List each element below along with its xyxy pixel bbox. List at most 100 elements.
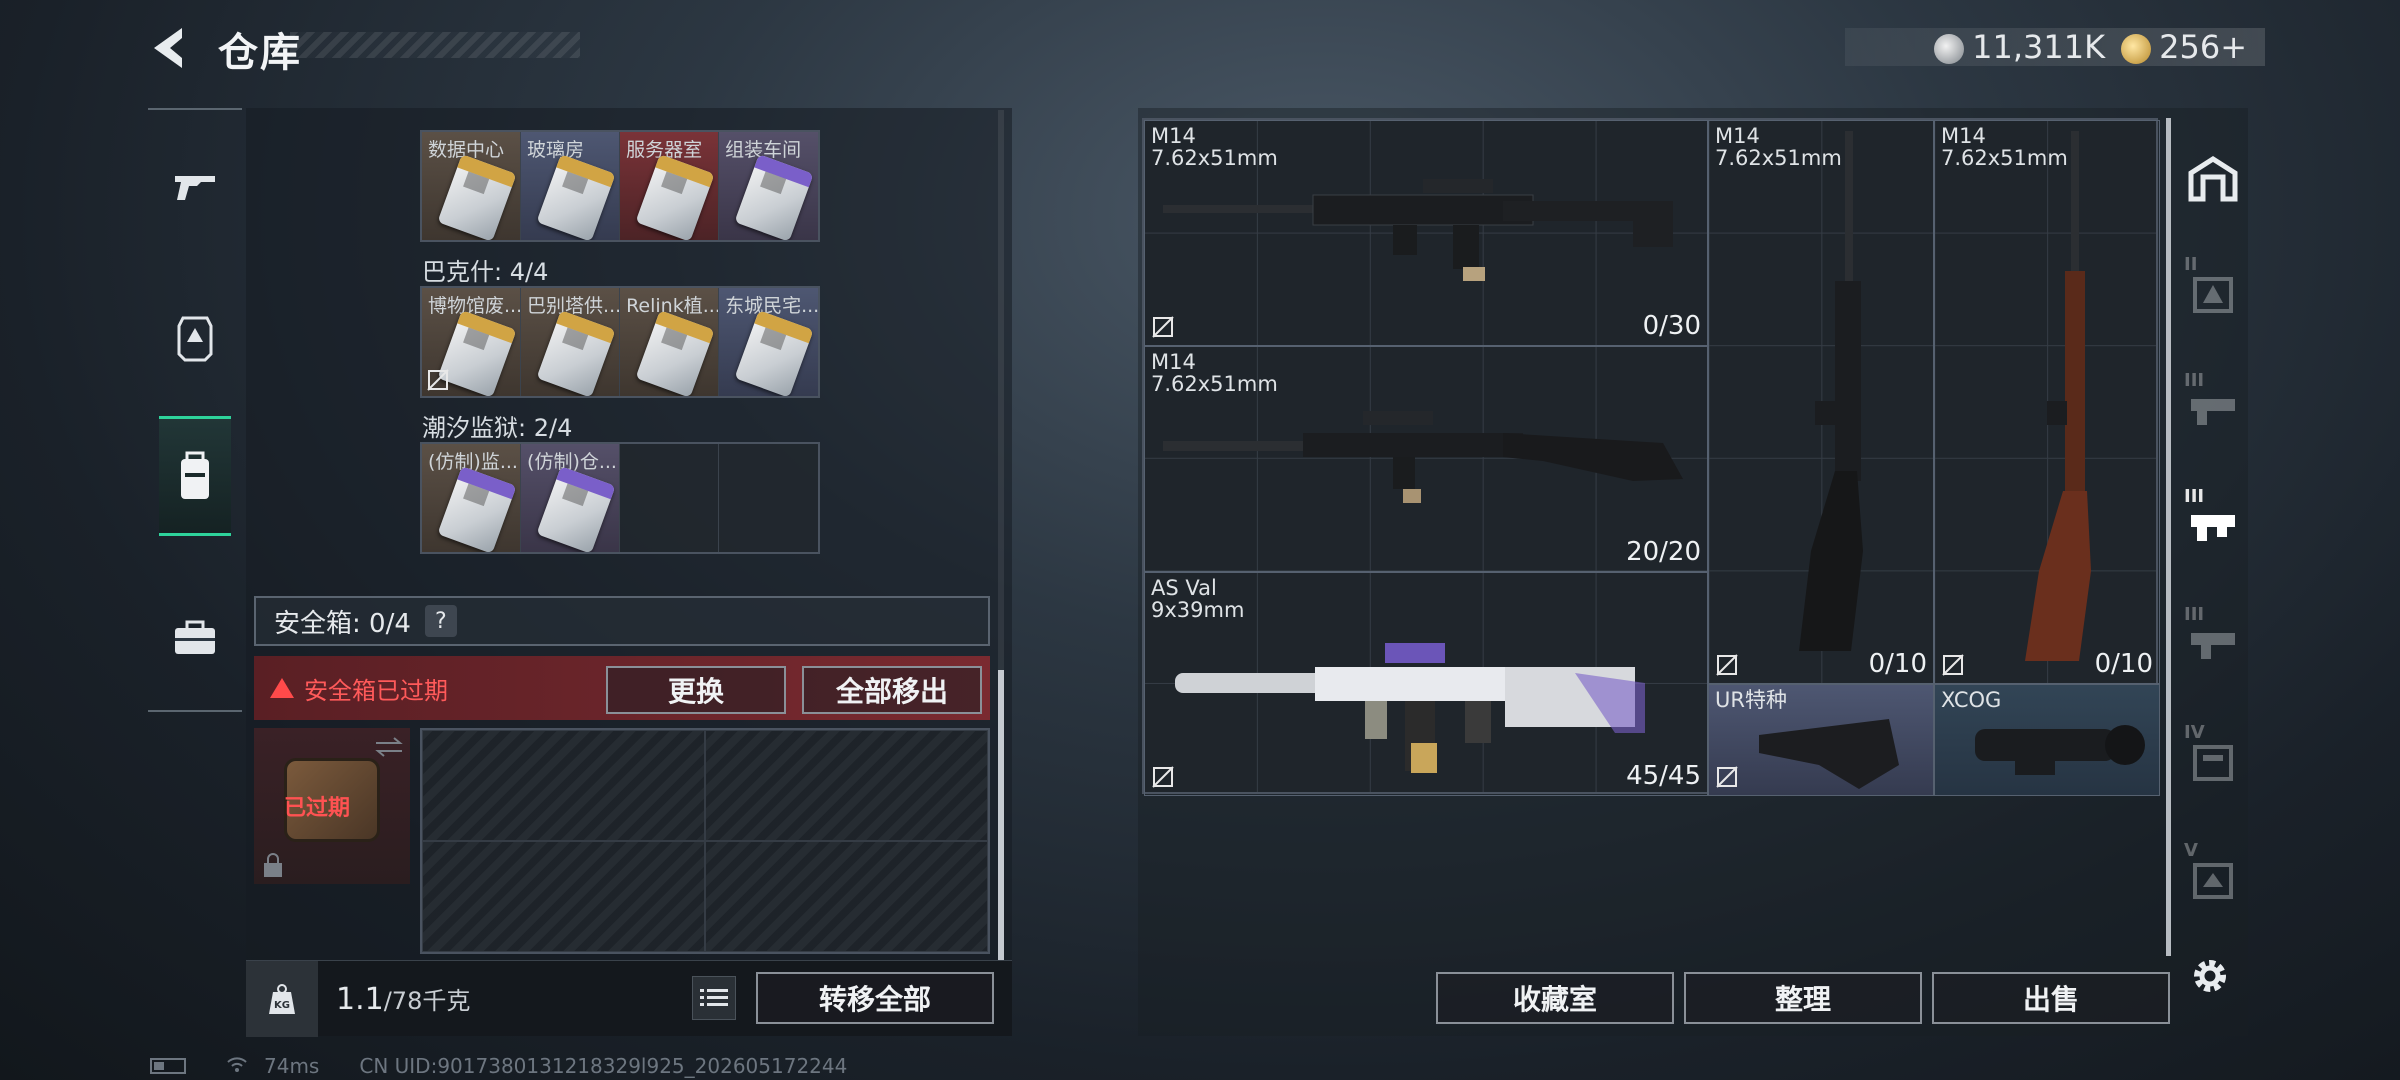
keycard-item[interactable]: 数据中心 <box>422 132 522 240</box>
stash-item-xcog[interactable]: XCOG <box>1934 684 2160 796</box>
stock-image <box>1759 719 1899 789</box>
home-storage-icon <box>2188 156 2238 202</box>
stash-item-m14[interactable]: M14 7.62x51mm 20/20 <box>1144 346 1708 572</box>
tier-3-storage-active-icon <box>2191 515 2235 541</box>
back-button[interactable] <box>148 24 192 72</box>
stash-grid: M14 7.62x51mm 0/30 M14 7.62x51mm 20/20 A… <box>1142 118 2160 796</box>
nav-item-armor[interactable] <box>148 278 242 398</box>
sell-button[interactable]: 出售 <box>1932 972 2170 1024</box>
keycard-icon <box>536 310 616 396</box>
keycard-item[interactable]: 组装车间 <box>719 132 818 240</box>
wifi-icon <box>226 1054 248 1078</box>
keycard-item[interactable]: (仿制)监... <box>422 444 522 552</box>
rifle-image <box>1175 643 1645 773</box>
keycard-item[interactable]: 巴别塔供... <box>521 288 621 396</box>
safe-slot[interactable] <box>422 730 705 841</box>
stash-item-ur-stock[interactable]: UR特种 <box>1708 684 1934 796</box>
briefcase-icon <box>175 620 215 654</box>
nav-item-backpack[interactable] <box>159 416 231 536</box>
stash-tab-tier-3-alt[interactable]: III <box>2178 588 2248 698</box>
ammo-count: 0/10 <box>2094 649 2153 679</box>
help-icon[interactable]: ? <box>424 605 457 637</box>
organize-button[interactable]: 整理 <box>1684 972 1922 1024</box>
list-icon <box>700 989 728 1006</box>
collection-room-button[interactable]: 收藏室 <box>1436 972 1674 1024</box>
title-decoration <box>290 32 580 58</box>
keycard-item[interactable]: 服务器室 <box>620 132 720 240</box>
gear-icon <box>2194 960 2226 992</box>
ammo-count: 0/30 <box>1642 311 1701 341</box>
no-trade-icon <box>1942 654 1964 676</box>
keycard-item[interactable]: 东城民宅... <box>719 288 818 396</box>
tier-5-storage-icon <box>2193 863 2233 899</box>
armor-icon <box>177 316 213 362</box>
item-label: AS Val 9x39mm <box>1151 576 1245 622</box>
replace-safe-button[interactable]: 更换 <box>606 666 786 714</box>
rifle-image <box>2025 131 2091 661</box>
stash-tab-main[interactable] <box>2178 124 2248 234</box>
silver-currency[interactable]: 11,311K <box>1934 28 2105 66</box>
currency-bar: 11,311K 256+ <box>1845 28 2265 66</box>
battery-icon <box>150 1058 186 1074</box>
stash-tier-nav: II III III III IV V <box>2178 118 2248 956</box>
settings-button[interactable] <box>2188 954 2232 998</box>
stash-item-m14[interactable]: M14 7.62x51mm 0/30 <box>1144 120 1708 346</box>
safe-slot[interactable] <box>705 730 988 841</box>
keycard-row: 博物馆废... 巴别塔供... Relink植... 东城民宅... <box>420 286 820 398</box>
backpack-scrollbar[interactable] <box>998 110 1004 960</box>
keycard-item[interactable]: (仿制)仓... <box>521 444 621 552</box>
item-label: M14 7.62x51mm <box>1151 350 1278 396</box>
keycard-icon <box>635 154 715 240</box>
swap-icon <box>375 737 403 757</box>
stash-tab-tier-2[interactable]: II <box>2178 238 2248 348</box>
no-trade-icon <box>1716 654 1738 676</box>
transfer-all-button[interactable]: 转移全部 <box>756 972 994 1024</box>
stash-item-m14[interactable]: M14 7.62x51mm 0/10 <box>1934 120 2160 684</box>
stash-tab-tier-4[interactable]: IV <box>2178 706 2248 816</box>
keycard-item[interactable]: 博物馆废... <box>422 288 522 396</box>
list-view-button[interactable] <box>692 976 736 1020</box>
safe-slot[interactable] <box>705 841 988 952</box>
safe-box-slot[interactable]: 已过期 <box>254 728 410 884</box>
stash-scrollbar[interactable] <box>2166 118 2171 956</box>
category-nav <box>148 108 242 712</box>
item-label: XCOG <box>1941 688 2002 712</box>
keycard-icon <box>734 310 814 396</box>
stash-tab-tier-3[interactable]: III <box>2178 354 2248 464</box>
rifle-image <box>1163 179 1673 281</box>
safe-grid <box>420 728 990 954</box>
keycard-icon <box>536 466 616 552</box>
empty-slot[interactable] <box>620 444 720 552</box>
keycard-item[interactable]: 玻璃房 <box>521 132 621 240</box>
uid-text: CN UID:9017380131218329l925_202605172244 <box>359 1054 848 1078</box>
group-label: 潮汐监狱: 2/4 <box>422 414 573 442</box>
weight-icon: KG <box>246 961 318 1037</box>
no-trade-icon <box>1152 316 1174 338</box>
silver-coin-icon <box>1934 34 1965 64</box>
remove-all-button[interactable]: 全部移出 <box>802 666 982 714</box>
safe-expired-text: 安全箱已过期 <box>304 676 448 705</box>
ammo-count: 45/45 <box>1626 761 1701 791</box>
stash-tab-tier-5[interactable]: V <box>2178 824 2248 934</box>
backpack-icon <box>181 451 209 499</box>
no-trade-icon <box>1716 766 1738 788</box>
scope-image <box>1975 725 2145 775</box>
stash-tab-tier-3-active[interactable]: III <box>2178 470 2248 580</box>
pistol-icon <box>175 176 215 200</box>
weight-readout: 1.1/78千克 <box>336 981 470 1017</box>
gold-currency[interactable]: 256+ <box>2121 28 2247 66</box>
safe-slot[interactable] <box>422 841 705 952</box>
no-trade-icon <box>427 369 449 391</box>
stash-item-as-val[interactable]: AS Val 9x39mm 45/45 <box>1144 572 1708 796</box>
keycard-item[interactable]: Relink植... <box>620 288 720 396</box>
warning-icon <box>270 678 294 698</box>
nav-item-weapons[interactable] <box>148 126 242 246</box>
no-trade-icon <box>1152 766 1174 788</box>
keycard-icon <box>536 154 616 240</box>
empty-slot[interactable] <box>719 444 818 552</box>
nav-item-briefcase[interactable] <box>148 578 242 698</box>
keycard-icon <box>635 310 715 396</box>
svg-text:KG: KG <box>274 1000 290 1011</box>
stash-item-m14[interactable]: M14 7.62x51mm 0/10 <box>1708 120 1934 684</box>
keycard-icon <box>437 154 517 240</box>
